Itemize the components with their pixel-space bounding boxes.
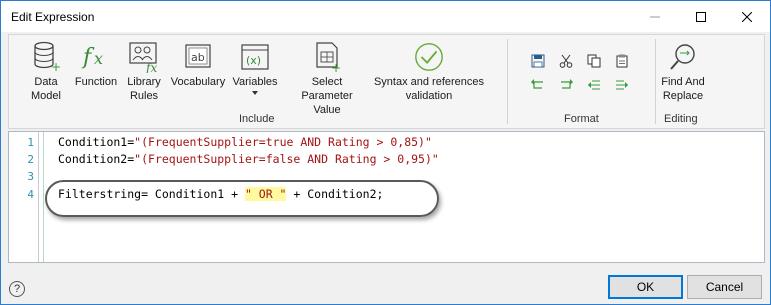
indent-button[interactable]	[612, 75, 632, 95]
line-number: 3	[27, 170, 34, 183]
annotation-ellipse	[45, 180, 439, 217]
svg-text:(x): (x)	[246, 54, 261, 67]
function-button[interactable]: f x Function	[73, 39, 119, 89]
include-group-label: Include	[239, 113, 275, 125]
line-number: 4	[27, 188, 34, 201]
minimize-button[interactable]	[632, 1, 678, 32]
edit-expression-window: Edit Expression + Data Model f x Functio…	[0, 0, 771, 305]
close-button[interactable]	[724, 1, 770, 32]
format-group-label: Format	[564, 113, 599, 125]
close-icon	[742, 11, 752, 22]
editing-group-label: Editing	[664, 113, 698, 125]
chevron-down-icon	[252, 91, 258, 95]
library-rules-button[interactable]: fx Library Rules	[126, 39, 162, 103]
data-model-button[interactable]: + Data Model	[27, 39, 65, 103]
title-bar: Edit Expression	[1, 1, 770, 32]
find-and-replace-button[interactable]: Find And Replace	[657, 39, 709, 103]
ribbon-toolbar: + Data Model f x Function fx Library Rul…	[8, 34, 765, 129]
svg-text:fx: fx	[145, 61, 157, 73]
line-number-gutter: 1 2 3 4	[9, 132, 39, 262]
svg-text:+: +	[331, 61, 341, 73]
code-line-1[interactable]: Condition1="(FrequentSupplier=true AND R…	[58, 135, 432, 149]
change-margin	[43, 132, 44, 262]
find-replace-icon	[667, 39, 699, 75]
expression-editor[interactable]: 1 2 3 4 Condition1="(FrequentSupplier=tr…	[8, 131, 765, 263]
line-number: 2	[27, 153, 34, 166]
cut-button[interactable]	[556, 51, 576, 71]
undo-button[interactable]	[528, 75, 548, 95]
svg-text:ab: ab	[191, 51, 205, 64]
maximize-icon	[696, 11, 706, 22]
library-rules-icon: fx	[128, 39, 160, 75]
save-icon	[531, 54, 545, 68]
help-button[interactable]: ?	[9, 281, 25, 297]
paste-icon	[616, 54, 628, 68]
variables-button[interactable]: (x) Variables	[231, 39, 279, 95]
svg-text:x: x	[94, 49, 103, 68]
validation-check-icon	[413, 39, 445, 75]
ribbon-separator	[655, 39, 656, 124]
vocabulary-icon: ab	[182, 39, 214, 75]
data-model-icon: +	[30, 39, 62, 75]
scissors-icon	[559, 54, 573, 68]
paste-button[interactable]	[612, 51, 632, 71]
outdent-button[interactable]	[584, 75, 604, 95]
outdent-icon	[588, 80, 600, 90]
line-number: 1	[27, 136, 34, 149]
window-title: Edit Expression	[11, 10, 95, 24]
save-button[interactable]	[528, 51, 548, 71]
redo-button[interactable]	[556, 75, 576, 95]
vocabulary-button[interactable]: ab Vocabulary	[168, 39, 228, 89]
copy-icon	[587, 54, 601, 68]
minimize-icon	[650, 16, 660, 17]
code-line-2[interactable]: Condition2="(FrequentSupplier=false AND …	[58, 152, 439, 166]
syntax-validation-button[interactable]: Syntax and references validation	[373, 39, 485, 103]
svg-text:f: f	[81, 45, 95, 70]
copy-button[interactable]	[584, 51, 604, 71]
undo-icon	[531, 79, 543, 89]
function-fx-icon: f x	[80, 39, 112, 75]
redo-icon	[561, 79, 573, 89]
indent-icon	[616, 80, 628, 90]
ok-button[interactable]: OK	[608, 275, 683, 299]
variables-icon: (x)	[239, 39, 271, 75]
maximize-button[interactable]	[678, 1, 724, 32]
cancel-button[interactable]: Cancel	[687, 275, 762, 299]
ribbon-separator	[507, 39, 508, 124]
select-parameter-icon: +	[311, 39, 343, 75]
select-parameter-value-button[interactable]: + Select Parameter Value	[285, 39, 369, 117]
svg-text:+: +	[51, 60, 60, 73]
